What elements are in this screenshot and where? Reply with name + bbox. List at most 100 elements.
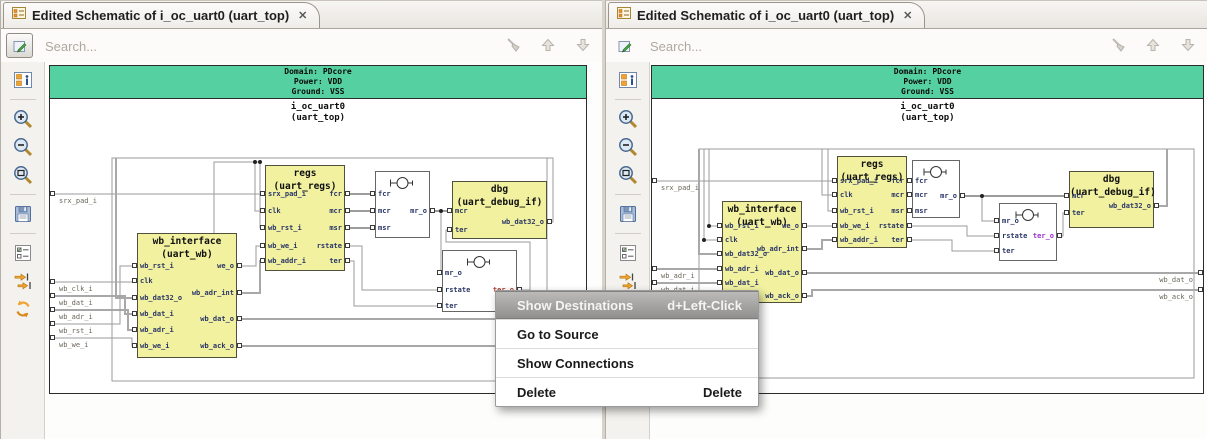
port-square[interactable] <box>717 237 722 242</box>
toolbar-options-button[interactable] <box>614 240 642 266</box>
port-square[interactable] <box>907 192 912 197</box>
port-square[interactable] <box>345 225 350 230</box>
search-input[interactable] <box>43 34 478 58</box>
tab-close-icon[interactable]: ✕ <box>903 9 912 22</box>
symbol-block[interactable] <box>999 203 1057 261</box>
clear-search-icon[interactable] <box>1109 36 1127 59</box>
port-square[interactable] <box>994 248 999 253</box>
port-square[interactable] <box>260 225 265 230</box>
search-prev-icon[interactable] <box>539 36 557 59</box>
port-square[interactable] <box>832 237 837 242</box>
port-square[interactable] <box>430 208 435 213</box>
port-square[interactable] <box>907 178 912 183</box>
port-square[interactable] <box>802 293 807 298</box>
port-square[interactable] <box>1154 203 1159 208</box>
edge-port-square[interactable] <box>652 178 657 183</box>
edge-port-square[interactable] <box>652 266 657 271</box>
port-square[interactable] <box>370 225 375 230</box>
port-square[interactable] <box>802 246 807 251</box>
port-square[interactable] <box>717 280 722 285</box>
menu-item-show-destinations[interactable]: Show Destinationsd+Left-Click <box>496 291 758 319</box>
port-square[interactable] <box>832 223 837 228</box>
port-square[interactable] <box>1064 193 1069 198</box>
port-square[interactable] <box>547 219 552 224</box>
edge-port-square[interactable] <box>50 321 55 326</box>
edge-port-square[interactable] <box>50 307 55 312</box>
port-square[interactable] <box>960 193 965 198</box>
port-square[interactable] <box>832 192 837 197</box>
port-square[interactable] <box>237 316 242 321</box>
port-square[interactable] <box>717 266 722 271</box>
port-square[interactable] <box>717 223 722 228</box>
port-square[interactable] <box>237 263 242 268</box>
port-square[interactable] <box>345 258 350 263</box>
search-prev-icon[interactable] <box>1144 36 1162 59</box>
toolbar-overview-button[interactable] <box>9 67 37 93</box>
port-square[interactable] <box>832 208 837 213</box>
port-square[interactable] <box>132 278 137 283</box>
edge-port-square[interactable] <box>50 191 55 196</box>
symbol-block[interactable] <box>375 171 430 238</box>
port-square[interactable] <box>132 343 137 348</box>
port-square[interactable] <box>832 178 837 183</box>
port-square[interactable] <box>994 218 999 223</box>
port-square[interactable] <box>237 290 242 295</box>
port-square[interactable] <box>237 343 242 348</box>
port-square[interactable] <box>802 223 807 228</box>
port-square[interactable] <box>717 251 722 256</box>
port-square[interactable] <box>1057 233 1062 238</box>
search-input[interactable] <box>648 34 1083 58</box>
search-next-icon[interactable] <box>1179 36 1197 59</box>
port-square[interactable] <box>907 237 912 242</box>
port-square[interactable] <box>437 287 442 292</box>
edge-port-square[interactable] <box>50 279 55 284</box>
port-square[interactable] <box>370 191 375 196</box>
port-square[interactable] <box>345 191 350 196</box>
port-square[interactable] <box>132 327 137 332</box>
toolbar-zoom-fit-button[interactable] <box>614 162 642 188</box>
edge-port-square[interactable] <box>50 293 55 298</box>
module-block[interactable]: regs(uart_regs) <box>265 165 345 271</box>
edge-port-square[interactable] <box>50 335 55 340</box>
port-square[interactable] <box>345 208 350 213</box>
port-square[interactable] <box>447 208 452 213</box>
toolbar-trace-button[interactable] <box>9 268 37 294</box>
edge-port-square[interactable] <box>1198 287 1203 292</box>
edge-port-square[interactable] <box>1198 270 1203 275</box>
module-block[interactable]: wb_interface(uart_wb) <box>722 201 802 303</box>
module-block[interactable]: dbg(uart_debug_if) <box>1069 171 1154 228</box>
port-square[interactable] <box>260 258 265 263</box>
toolbar-zoom-fit-button[interactable] <box>9 162 37 188</box>
search-options-button[interactable] <box>611 33 638 58</box>
port-square[interactable] <box>437 303 442 308</box>
symbol-block[interactable] <box>912 160 960 218</box>
module-block[interactable]: dbg(uart_debug_if) <box>452 181 547 239</box>
port-square[interactable] <box>907 208 912 213</box>
port-square[interactable] <box>260 243 265 248</box>
module-block[interactable]: wb_interface(uart_wb) <box>137 233 237 358</box>
port-square[interactable] <box>260 208 265 213</box>
port-square[interactable] <box>994 233 999 238</box>
port-square[interactable] <box>907 223 912 228</box>
toolbar-zoom-out-button[interactable] <box>614 134 642 160</box>
tab-close-icon[interactable]: ✕ <box>298 9 307 22</box>
clear-search-icon[interactable] <box>504 36 522 59</box>
editor-tab[interactable]: Edited Schematic of i_oc_uart0 (uart_top… <box>3 2 320 28</box>
toolbar-options-button[interactable] <box>9 240 37 266</box>
port-square[interactable] <box>345 243 350 248</box>
menu-item-delete[interactable]: DeleteDelete <box>496 377 758 406</box>
port-square[interactable] <box>132 263 137 268</box>
module-block[interactable]: regs(uart_regs) <box>837 156 907 248</box>
toolbar-reload-button[interactable] <box>9 296 37 322</box>
port-square[interactable] <box>802 270 807 275</box>
search-next-icon[interactable] <box>574 36 592 59</box>
search-options-button[interactable] <box>6 33 33 58</box>
port-square[interactable] <box>437 270 442 275</box>
port-square[interactable] <box>1064 210 1069 215</box>
edge-port-square[interactable] <box>652 280 657 285</box>
menu-item-show-connections[interactable]: Show Connections <box>496 348 758 377</box>
toolbar-zoom-out-button[interactable] <box>9 134 37 160</box>
port-square[interactable] <box>132 311 137 316</box>
toolbar-overview-button[interactable] <box>614 67 642 93</box>
toolbar-save-button[interactable] <box>9 201 37 227</box>
